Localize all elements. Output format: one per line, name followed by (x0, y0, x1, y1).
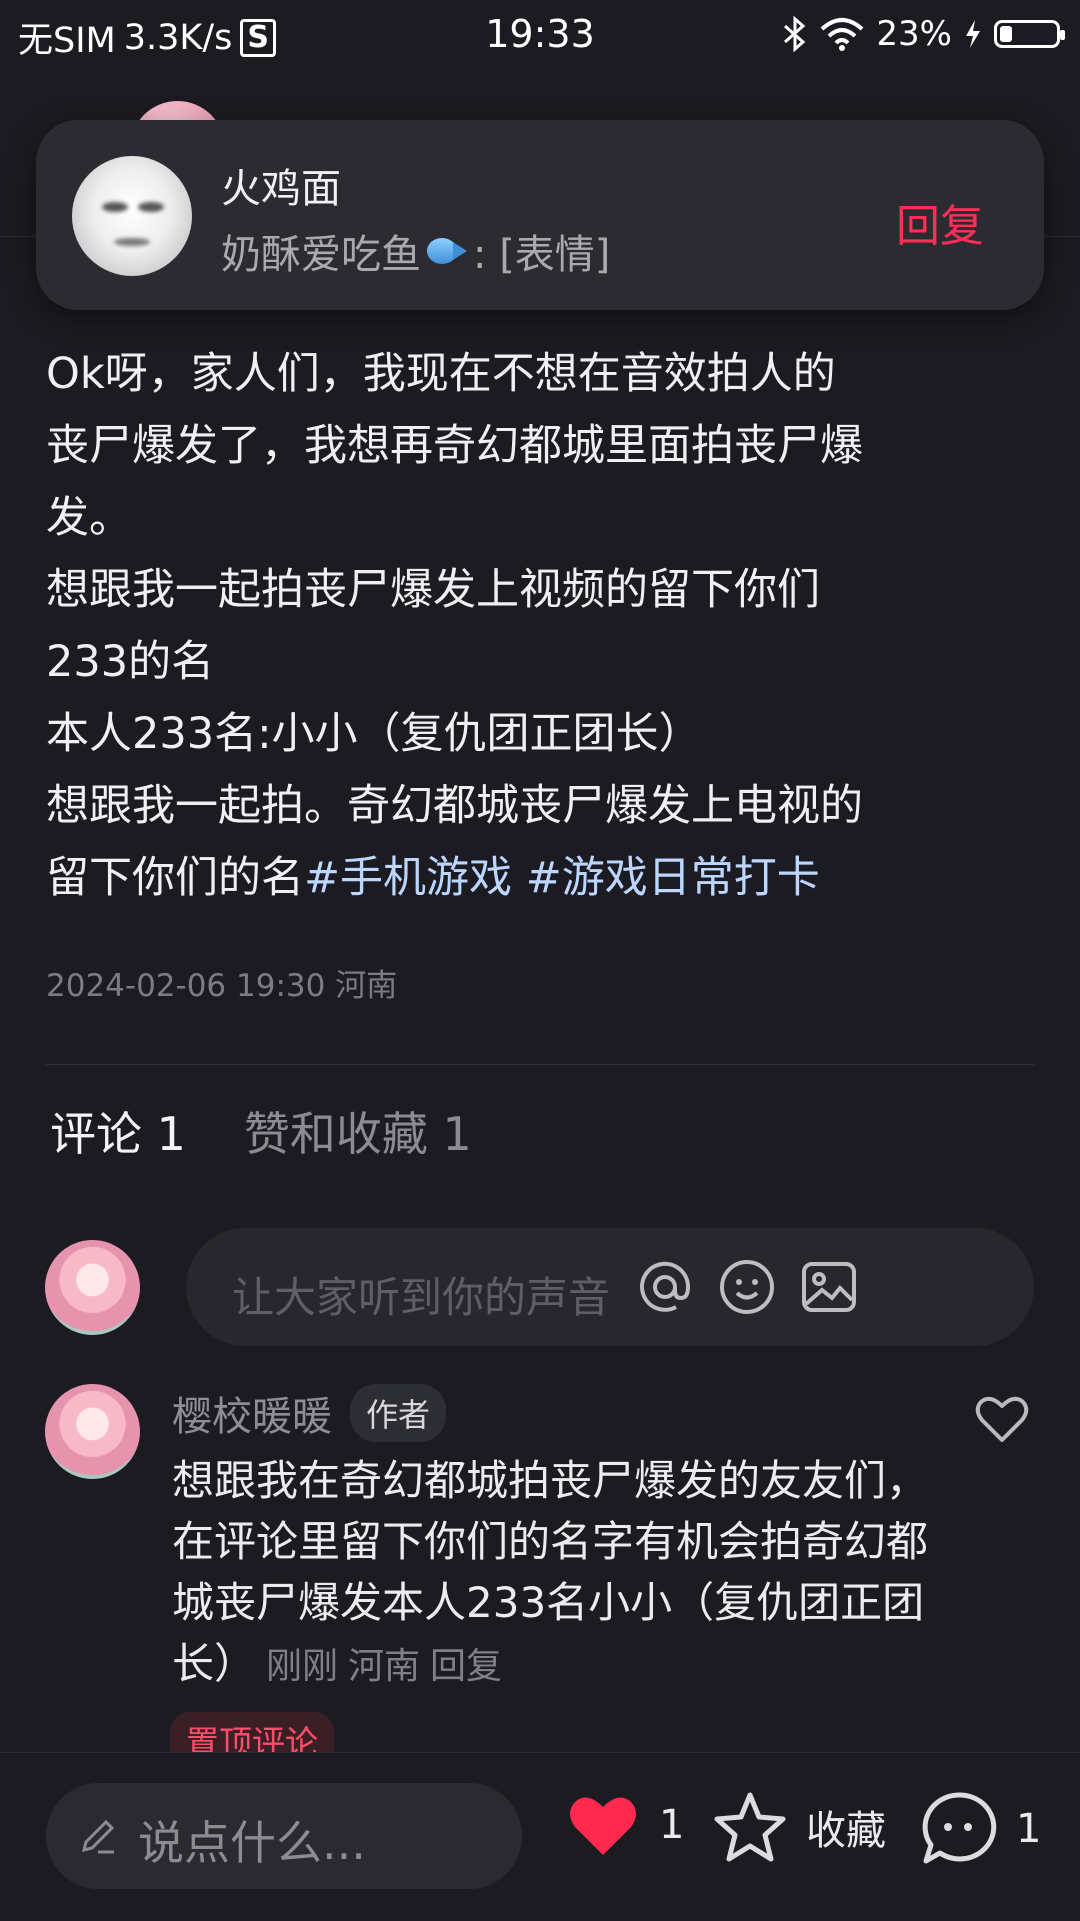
post-body: Ok呀，家人们，我现在不想在音效拍人的 丧尸爆发了，我想再奇幻都城里面拍丧尸爆 … (46, 338, 1036, 914)
comment-input-placeholder: 让大家听到你的声音 (232, 1273, 611, 1322)
fish-icon (427, 238, 467, 264)
post-timestamp-location: 2024-02-06 19:30 河南 (46, 968, 398, 1004)
collect-label: 收藏 (806, 1808, 886, 1854)
tab-likes-collects[interactable]: 赞和收藏 1 (244, 1098, 472, 1164)
comment-reply-button[interactable]: 回复 (430, 1646, 502, 1687)
image-icon[interactable] (800, 1258, 858, 1316)
comment-time: 刚刚 (266, 1646, 339, 1687)
notification-reply-button[interactable]: 回复 (896, 190, 984, 254)
notification-avatar (72, 156, 192, 276)
hashtag-game-checkin[interactable]: #游戏日常打卡 (526, 853, 820, 903)
say-something-input[interactable]: 说点什么... (46, 1783, 522, 1889)
emoji-icon[interactable] (718, 1258, 776, 1316)
battery-percent: 23% (876, 14, 952, 54)
status-bar: 无SIM 3.3K/s S 19:33 23% (0, 0, 1080, 76)
heart-filled-icon (570, 1797, 636, 1855)
like-button[interactable]: 1 (565, 1791, 684, 1859)
comment-bubble-icon (922, 1792, 997, 1864)
status-right: 23% (782, 14, 1065, 54)
hashtag-mobile-games[interactable]: #手机游戏 (304, 853, 512, 903)
charging-icon (966, 20, 980, 48)
post-text: Ok呀，家人们，我现在不想在音效拍人的 丧尸爆发了，我想再奇幻都城里面拍丧尸爆 … (46, 349, 863, 903)
tab-comments[interactable]: 评论 1 (50, 1098, 186, 1164)
notification-banner[interactable]: 火鸡面 奶酥爱吃鱼 : [表情] 回复 (36, 120, 1044, 310)
divider (46, 1064, 1034, 1065)
notification-message-user: 奶酥爱吃鱼 (221, 232, 421, 278)
author-badge: 作者 (350, 1384, 447, 1442)
heart-outline-icon[interactable] (974, 1392, 1030, 1444)
comment-author-name[interactable]: 樱校暖暖 (172, 1384, 332, 1442)
my-avatar (45, 1240, 140, 1335)
bluetooth-icon (784, 16, 806, 52)
comment-location: 河南 (348, 1646, 421, 1687)
comment-count: 1 (1016, 1806, 1042, 1852)
wifi-icon (821, 18, 864, 51)
comment-button[interactable]: 1 (918, 1791, 1041, 1867)
say-something-placeholder: 说点什么... (138, 1816, 366, 1870)
notification-message: 奶酥爱吃鱼 : [表情] (221, 222, 610, 280)
star-icon (714, 1792, 786, 1862)
comment-body: 想跟我在奇幻都城拍丧尸爆发的友友们，在评论里留下你们的名字有机会拍奇幻都城丧尸爆… (172, 1450, 932, 1697)
comment-input[interactable]: 让大家听到你的声音 (186, 1228, 1034, 1346)
comment-author-avatar[interactable] (45, 1384, 140, 1479)
comment-tabs: 评论 1 赞和收藏 1 (50, 1098, 472, 1164)
collect-button[interactable]: 收藏 (712, 1791, 886, 1863)
at-mention-icon[interactable] (636, 1258, 694, 1316)
pencil-icon (81, 1819, 115, 1854)
battery-icon (994, 20, 1065, 48)
notification-sender: 火鸡面 (221, 166, 341, 212)
comment-author: 樱校暖暖 作者 (172, 1384, 447, 1442)
notification-message-text: : [表情] (473, 232, 611, 278)
bottom-action-bar: 说点什么... 1 收藏 1 (0, 1752, 1080, 1921)
like-count: 1 (659, 1802, 685, 1848)
